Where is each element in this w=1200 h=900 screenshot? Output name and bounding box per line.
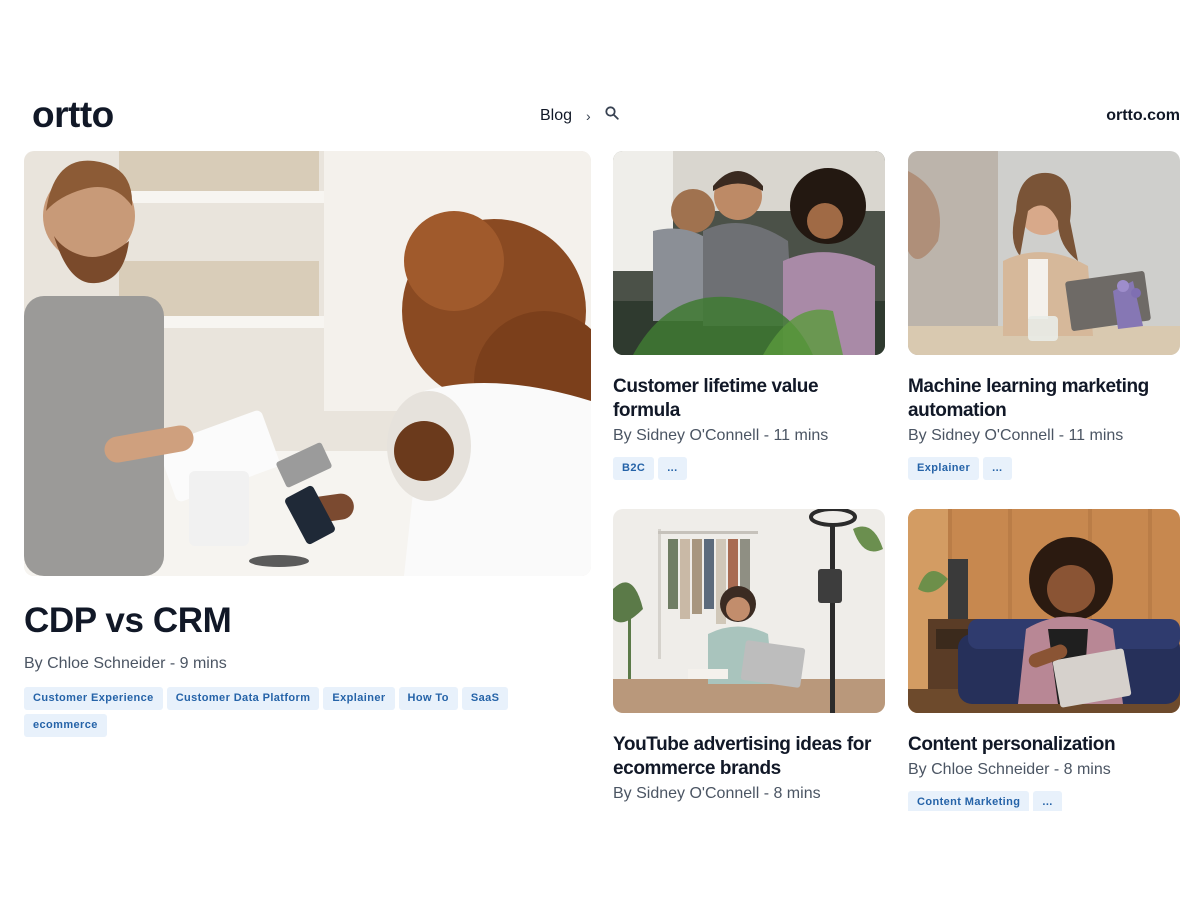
article-tags: Content Marketing ... — [908, 791, 1180, 811]
tag-b2c[interactable]: B2C — [613, 457, 655, 480]
article-title[interactable]: Content personalization — [908, 733, 1180, 757]
tag-content-marketing[interactable]: Content Marketing — [908, 791, 1030, 811]
article-meta: By Sidney O'Connell - 11 mins — [908, 427, 1124, 444]
featured-article-card[interactable]: CDP vs CRM By Chloe Schneider - 9 mins C… — [24, 151, 591, 737]
article-meta: By Sidney O'Connell - 11 mins — [613, 427, 829, 444]
article-title[interactable]: Customer lifetime value formula — [613, 375, 885, 423]
article-card[interactable]: Machine learning marketing automation By… — [908, 151, 1180, 480]
article-title[interactable]: YouTube advertising ideas for ecommerce … — [613, 733, 885, 781]
featured-article-image[interactable] — [24, 151, 591, 576]
article-meta: By Chloe Schneider - 8 mins — [908, 761, 1111, 778]
tag-explainer[interactable]: Explainer — [323, 686, 395, 710]
ortto-logo[interactable]: ortto — [32, 96, 114, 133]
chevron-right-icon: › — [586, 107, 591, 124]
search-icon[interactable] — [605, 106, 619, 125]
site-link[interactable]: ortto.com — [1106, 107, 1180, 125]
article-tags: B2C ... — [613, 457, 885, 480]
article-image[interactable] — [613, 509, 885, 713]
tag-customer-data-platform[interactable]: Customer Data Platform — [166, 686, 320, 710]
article-image[interactable] — [613, 151, 885, 355]
article-tags: Explainer ... — [908, 457, 1180, 480]
article-title[interactable]: Machine learning marketing automation — [908, 375, 1180, 423]
featured-article-meta: By Chloe Schneider - 9 mins — [24, 654, 227, 672]
article-card[interactable]: Customer lifetime value formula By Sidne… — [613, 151, 885, 480]
tag-more[interactable]: ... — [658, 457, 687, 480]
article-image[interactable] — [908, 151, 1180, 355]
featured-article-title[interactable]: CDP vs CRM — [24, 601, 591, 641]
tag-explainer[interactable]: Explainer — [908, 457, 980, 480]
nav-blog-link[interactable]: Blog — [540, 107, 572, 125]
breadcrumb-nav: Blog › — [540, 106, 619, 125]
tag-ecommerce[interactable]: ecommerce — [24, 713, 107, 737]
tag-more[interactable]: ... — [1033, 791, 1062, 811]
article-image[interactable] — [908, 509, 1180, 713]
tag-how-to[interactable]: How To — [398, 686, 458, 710]
article-meta: By Sidney O'Connell - 8 mins — [613, 785, 821, 802]
tag-customer-experience[interactable]: Customer Experience — [24, 686, 163, 710]
tag-saas[interactable]: SaaS — [461, 686, 509, 710]
tag-more[interactable]: ... — [983, 457, 1012, 480]
featured-article-tags: Customer Experience Customer Data Platfo… — [24, 686, 534, 737]
article-card[interactable]: YouTube advertising ideas for ecommerce … — [613, 509, 885, 803]
article-card[interactable]: Content personalization By Chloe Schneid… — [908, 509, 1180, 811]
